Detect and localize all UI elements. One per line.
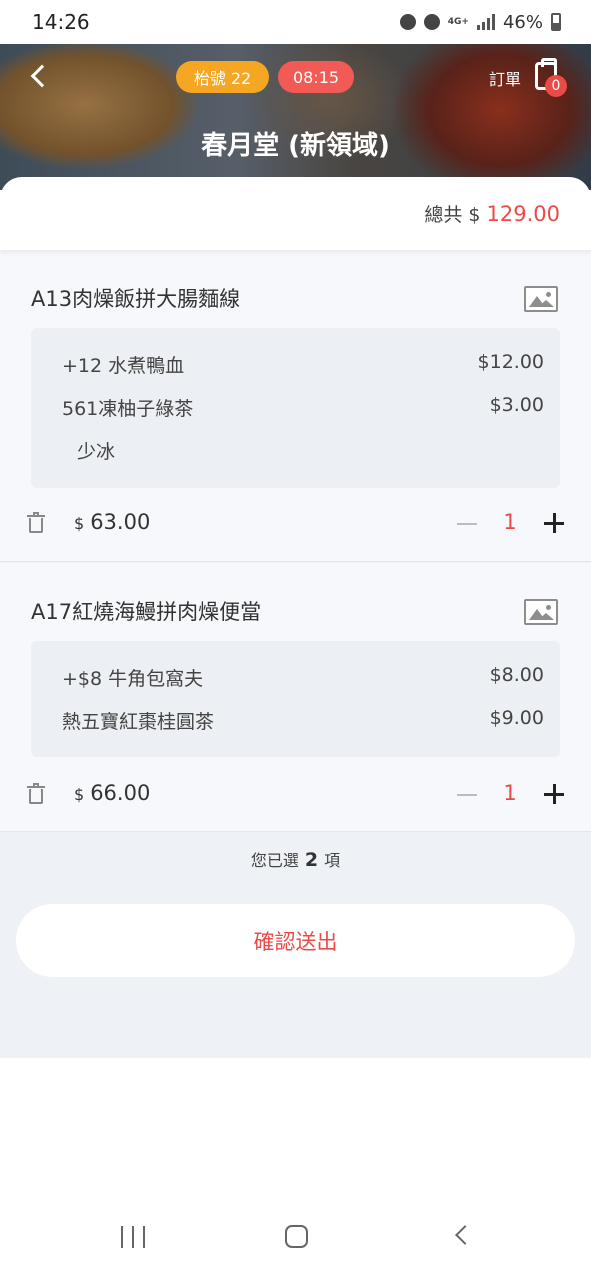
quantity-value: 1 — [503, 510, 517, 534]
confirm-submit-button[interactable]: 確認送出 — [16, 904, 575, 977]
option-price: $12.00 — [477, 351, 544, 373]
battery-percent: 46% — [502, 11, 543, 33]
item-price: $63.00 — [74, 510, 150, 534]
table-number-badge: 枱號 22 — [176, 61, 269, 93]
status-bar: 14:26 4G+ 46% — [0, 0, 591, 44]
item-options: +$8 牛角包窩夫 $8.00 熱五寶紅棗桂圓茶 $9.00 — [31, 641, 560, 757]
option-label: +$8 牛角包窩夫 — [62, 668, 204, 690]
item-price: $66.00 — [74, 781, 150, 805]
item-price-value: 63.00 — [90, 510, 151, 534]
currency-symbol: $ — [74, 785, 85, 804]
image-icon[interactable] — [524, 599, 558, 625]
recent-apps-icon[interactable] — [121, 1226, 145, 1248]
back-button[interactable] — [26, 62, 54, 90]
cart-item: A13肉燥飯拼大腸麵線 +12 水煮鴨血 $12.00 561凍柚子綠茶 $3.… — [0, 250, 591, 562]
selected-count-value: 2 — [304, 849, 319, 871]
option-label: 561凍柚子綠茶 — [62, 398, 194, 420]
notification-icon — [399, 14, 416, 30]
signal-icon — [476, 14, 495, 30]
trash-icon[interactable] — [27, 783, 45, 805]
option-label: 熱五寶紅棗桂圓茶 — [62, 711, 215, 733]
total-summary: 總共 $ 129.00 — [0, 177, 591, 250]
cart-list: A13肉燥飯拼大腸麵線 +12 水煮鴨血 $12.00 561凍柚子綠茶 $3.… — [0, 250, 591, 1058]
decrease-quantity-button[interactable] — [457, 523, 477, 525]
store-header: 枱號 22 08:15 訂單 0 春月堂 (新領域) — [0, 40, 591, 190]
item-name: A13肉燥飯拼大腸麵線 — [31, 287, 241, 311]
total-value: 129.00 — [486, 201, 560, 226]
back-nav-icon[interactable] — [455, 1225, 475, 1245]
selected-prefix: 您已選 — [250, 851, 299, 870]
option-row: +12 水煮鴨血 $12.00 — [62, 351, 544, 378]
option-row: +$8 牛角包窩夫 $8.00 — [62, 664, 544, 691]
selected-suffix: 項 — [324, 851, 341, 870]
decrease-quantity-button[interactable] — [457, 794, 477, 796]
currency-symbol: $ — [74, 514, 85, 533]
option-price: $8.00 — [489, 664, 544, 686]
cart-count-badge: 0 — [545, 75, 567, 97]
status-icons: 4G+ 46% — [399, 11, 561, 33]
option-price: $3.00 — [489, 394, 544, 416]
increase-quantity-button[interactable] — [544, 784, 564, 804]
time-badge: 08:15 — [278, 61, 354, 93]
option-price: $9.00 — [489, 707, 544, 729]
store-title: 春月堂 (新領域) — [201, 131, 390, 161]
order-link[interactable]: 訂單 — [489, 66, 521, 90]
battery-icon — [551, 13, 561, 31]
option-row: 561凍柚子綠茶 $3.00 — [62, 394, 544, 421]
alarm-icon — [423, 14, 440, 30]
network-type-icon: 4G+ — [447, 16, 469, 27]
selected-count: 您已選 2 項 — [0, 847, 591, 871]
home-icon[interactable] — [285, 1225, 308, 1248]
increase-quantity-button[interactable] — [544, 513, 564, 533]
option-row: 熱五寶紅棗桂圓茶 $9.00 — [62, 707, 544, 734]
option-label: +12 水煮鴨血 — [62, 355, 185, 377]
image-icon[interactable] — [524, 286, 558, 312]
system-nav-bar — [0, 1196, 591, 1280]
status-time: 14:26 — [32, 10, 90, 34]
item-options: +12 水煮鴨血 $12.00 561凍柚子綠茶 $3.00 少冰 — [31, 328, 560, 488]
quantity-value: 1 — [503, 781, 517, 805]
trash-icon[interactable] — [27, 512, 45, 534]
option-note: 少冰 — [77, 441, 116, 463]
cart-item: A17紅燒海鰻拼肉燥便當 +$8 牛角包窩夫 $8.00 熱五寶紅棗桂圓茶 $9… — [0, 563, 591, 832]
item-name: A17紅燒海鰻拼肉燥便當 — [31, 600, 262, 624]
total-label: 總共 $ — [424, 204, 481, 226]
item-price-value: 66.00 — [90, 781, 151, 805]
